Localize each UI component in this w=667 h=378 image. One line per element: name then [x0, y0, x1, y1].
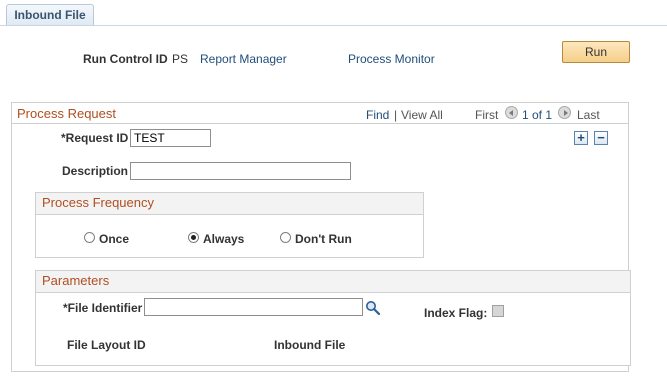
magnifier-icon[interactable] [365, 300, 381, 316]
run-control-id-value: PS [172, 52, 189, 66]
process-request-title: Process Request [17, 106, 116, 121]
add-row-button[interactable]: + [574, 131, 588, 145]
inbound-file-label: Inbound File [274, 338, 346, 352]
description-label: Description [62, 164, 129, 178]
parameters-header [36, 271, 630, 293]
process-monitor-link[interactable]: Process Monitor [348, 52, 435, 66]
find-link[interactable]: Find [366, 108, 389, 122]
report-manager-link[interactable]: Report Manager [200, 52, 287, 66]
tab-inbound-file[interactable]: Inbound File [6, 4, 94, 26]
file-identifier-field[interactable] [144, 298, 363, 316]
previous-arrow-icon[interactable] [505, 106, 518, 119]
view-all-link[interactable]: View All [401, 108, 443, 122]
parameters-title: Parameters [42, 273, 110, 288]
run-control-id-label: Run Control ID [83, 52, 168, 66]
radio-dont-run[interactable] [280, 232, 291, 243]
description-field[interactable] [130, 162, 351, 180]
process-request-divider [12, 123, 628, 124]
request-id-label: *Request ID [61, 131, 129, 145]
index-flag-label: Index Flag: [424, 306, 488, 320]
radio-always[interactable] [188, 232, 199, 243]
radio-once-label: Once [99, 232, 130, 246]
radio-once[interactable] [84, 232, 95, 243]
next-arrow-icon[interactable] [558, 106, 571, 119]
process-frequency-title: Process Frequency [42, 195, 154, 210]
file-layout-id-label: File Layout ID [67, 338, 146, 352]
first-label: First [475, 108, 499, 122]
row-range: 1 of 1 [522, 108, 553, 122]
last-label: Last [577, 108, 600, 122]
nav-separator: | [394, 108, 398, 122]
index-flag-checkbox[interactable] [492, 305, 504, 317]
radio-dont-run-label: Don't Run [295, 232, 352, 246]
tabstrip-divider [0, 25, 667, 26]
delete-row-button[interactable]: − [594, 131, 608, 145]
radio-always-label: Always [203, 232, 245, 246]
run-button[interactable]: Run [562, 41, 630, 63]
request-id-field[interactable] [130, 129, 211, 147]
file-identifier-label: *File Identifier [63, 301, 143, 315]
